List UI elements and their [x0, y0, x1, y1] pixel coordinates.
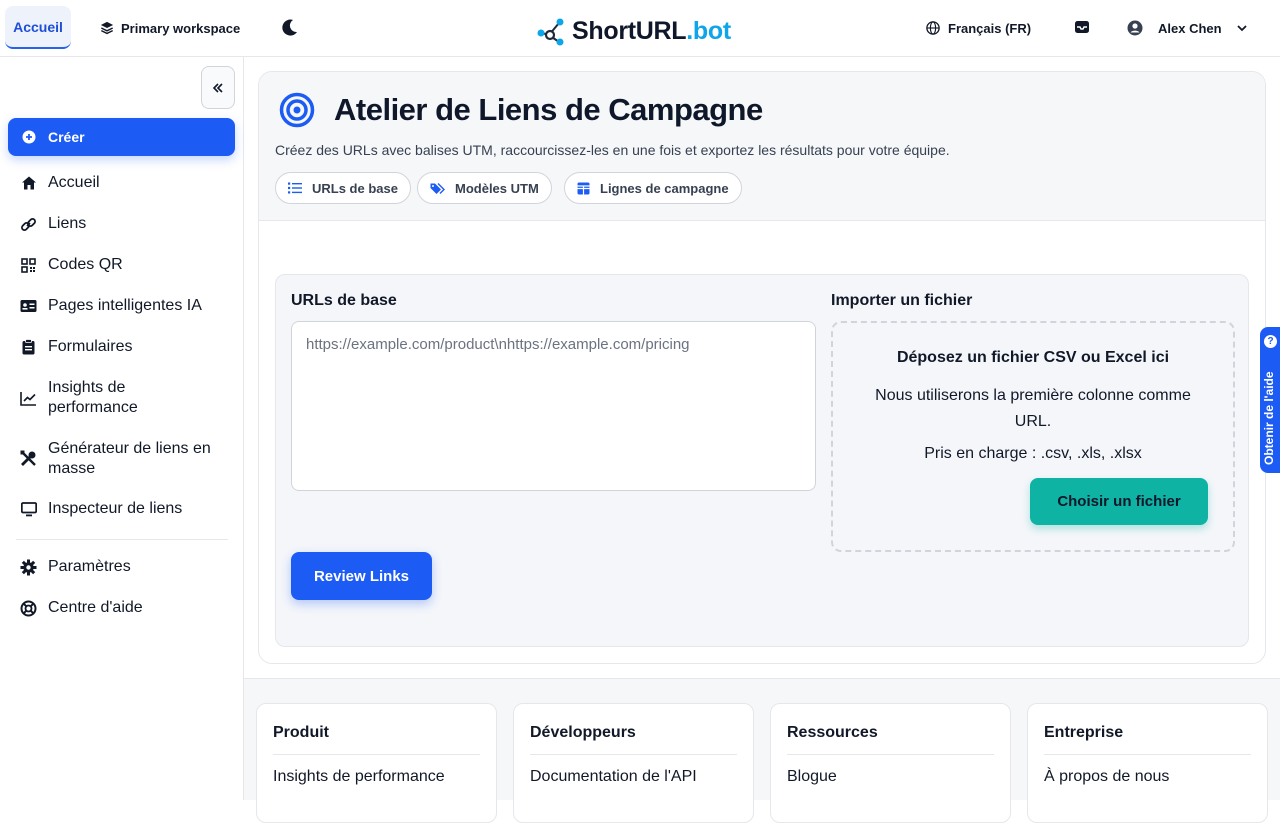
- language-selector[interactable]: Français (FR): [926, 17, 1031, 39]
- lifebuoy-icon: [20, 598, 37, 618]
- base-urls-panel: URLs de base Importer un fichier Déposez…: [275, 274, 1249, 647]
- clipboard-icon: [20, 337, 37, 357]
- sidebar: Créer Accueil Liens Codes QR Pages intel…: [0, 57, 244, 800]
- user-menu[interactable]: Alex Chen: [1127, 17, 1249, 39]
- sidebar-item-label: Codes QR: [48, 256, 123, 273]
- sidebar-item-label: Formulaires: [48, 338, 133, 355]
- top-bar: Accueil Primary workspace ShortURL.bot F…: [0, 0, 1280, 57]
- user-name: Alex Chen: [1158, 20, 1222, 36]
- footer-column-developpeurs: Développeurs Documentation de l'API: [513, 703, 754, 823]
- user-avatar-icon: [1127, 20, 1143, 36]
- import-file-label: Importer un fichier: [831, 292, 973, 309]
- sidebar-item-liens[interactable]: Liens: [20, 214, 86, 234]
- tab-home[interactable]: Accueil: [5, 6, 71, 49]
- qr-code-icon: [20, 255, 37, 275]
- brand-name: ShortURL.bot: [572, 16, 731, 45]
- tab-label: Modèles UTM: [455, 180, 539, 196]
- tab-label: Lignes de campagne: [600, 180, 729, 196]
- double-chevron-left-icon: [212, 82, 223, 93]
- moon-icon[interactable]: [280, 17, 300, 37]
- id-card-icon: [20, 296, 37, 316]
- sidebar-item-label: Centre d'aide: [48, 599, 143, 616]
- inbox-icon[interactable]: [1073, 18, 1091, 36]
- list-icon: [288, 182, 302, 194]
- layers-icon: [100, 21, 114, 35]
- collapse-sidebar-button[interactable]: [201, 66, 235, 109]
- footer-divider: [1044, 754, 1251, 755]
- footer-column-entreprise: Entreprise À propos de nous: [1027, 703, 1268, 823]
- table-icon: [577, 182, 590, 194]
- plus-circle-icon: [22, 130, 36, 144]
- footer-divider: [787, 754, 994, 755]
- chart-line-icon: [20, 388, 37, 408]
- campaign-workshop-card: Atelier de Liens de Campagne Créez des U…: [258, 71, 1266, 664]
- sidebar-item-generateur[interactable]: Générateur de liens en masse: [20, 439, 230, 479]
- card-header: Atelier de Liens de Campagne Créez des U…: [259, 72, 1265, 221]
- dropzone-formats: Pris en charge : .csv, .xls, .xlsx: [924, 445, 1142, 462]
- footer-heading: Produit: [273, 724, 329, 741]
- base-urls-textarea[interactable]: [291, 321, 816, 491]
- language-label: Français (FR): [948, 20, 1032, 36]
- brand-logo[interactable]: ShortURL.bot: [536, 15, 731, 47]
- footer-link[interactable]: Insights de performance: [273, 768, 445, 786]
- dropzone-description: Nous utiliserons la première colonne com…: [875, 387, 1191, 430]
- gear-icon: [20, 557, 37, 577]
- footer-heading: Ressources: [787, 724, 878, 741]
- review-links-button[interactable]: Review Links: [291, 552, 432, 600]
- sidebar-item-accueil[interactable]: Accueil: [20, 173, 100, 193]
- create-label: Créer: [48, 129, 85, 145]
- sidebar-item-label: Liens: [48, 215, 87, 232]
- sidebar-item-label: Générateur de liens en masse: [48, 440, 211, 477]
- page-subtitle: Créez des URLs avec balises UTM, raccour…: [275, 142, 950, 158]
- footer-column-ressources: Ressources Blogue: [770, 703, 1011, 823]
- sidebar-divider: [16, 539, 228, 540]
- sidebar-item-insights[interactable]: Insights de performance: [20, 378, 230, 418]
- logo-icon: [537, 18, 564, 46]
- sidebar-item-formulaires[interactable]: Formulaires: [20, 337, 132, 357]
- tab-modeles-utm[interactable]: Modèles UTM: [417, 172, 552, 204]
- workspace-switcher[interactable]: Primary workspace: [100, 17, 240, 39]
- footer-heading: Entreprise: [1044, 724, 1124, 741]
- workspace-label: Primary workspace: [121, 20, 241, 36]
- base-urls-label: URLs de base: [291, 292, 397, 309]
- footer-divider: [273, 754, 480, 755]
- sidebar-item-label: Insights de performance: [48, 379, 138, 416]
- footer-link[interactable]: Blogue: [787, 768, 837, 786]
- sidebar-item-label: Accueil: [48, 174, 100, 191]
- sidebar-item-label: Pages intelligentes IA: [48, 297, 202, 314]
- sidebar-item-label: Inspecteur de liens: [48, 500, 183, 517]
- chevron-down-icon: [1236, 25, 1247, 32]
- home-icon: [20, 173, 37, 193]
- choose-file-button[interactable]: Choisir un fichier: [1030, 478, 1208, 525]
- footer-divider: [530, 754, 737, 755]
- tools-icon: [20, 448, 37, 468]
- sidebar-item-parametres[interactable]: Paramètres: [20, 557, 131, 577]
- footer-link[interactable]: Documentation de l'API: [530, 768, 697, 786]
- footer-heading: Développeurs: [530, 724, 636, 741]
- footer: Produit Insights de performance Développ…: [244, 678, 1280, 823]
- target-icon: [279, 92, 315, 128]
- monitor-icon: [20, 499, 37, 519]
- file-dropzone[interactable]: Déposez un fichier CSV ou Excel ici Nous…: [831, 321, 1235, 552]
- sidebar-item-label: Paramètres: [48, 558, 131, 575]
- link-icon: [20, 214, 37, 234]
- globe-icon: [926, 21, 940, 35]
- tab-urls-de-base[interactable]: URLs de base: [275, 172, 411, 204]
- dropzone-title: Déposez un fichier CSV ou Excel ici: [896, 349, 1170, 366]
- sidebar-item-codes-qr[interactable]: Codes QR: [20, 255, 123, 275]
- create-button[interactable]: Créer: [8, 118, 235, 156]
- sidebar-item-inspecteur[interactable]: Inspecteur de liens: [20, 499, 182, 519]
- footer-link[interactable]: À propos de nous: [1044, 768, 1169, 786]
- sidebar-item-pages-ia[interactable]: Pages intelligentes IA: [20, 296, 202, 316]
- footer-column-produit: Produit Insights de performance: [256, 703, 497, 823]
- tags-icon: [430, 182, 445, 194]
- tab-label: URLs de base: [312, 180, 398, 196]
- page-title: Atelier de Liens de Campagne: [334, 92, 763, 127]
- sidebar-item-centre-aide[interactable]: Centre d'aide: [20, 598, 143, 618]
- tab-lignes-de-campagne[interactable]: Lignes de campagne: [564, 172, 742, 204]
- help-tab-label: Obtenir de l'aide: [1262, 371, 1276, 465]
